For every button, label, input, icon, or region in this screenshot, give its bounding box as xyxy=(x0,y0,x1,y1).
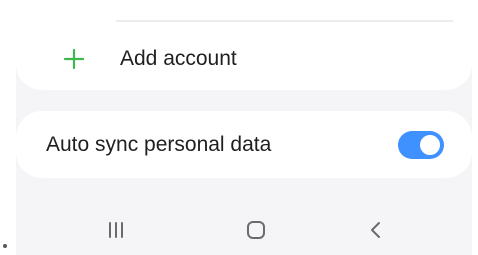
accounts-card: Add account xyxy=(16,0,472,90)
list-divider xyxy=(116,20,453,22)
add-account-label: Add account xyxy=(120,47,237,70)
recents-icon[interactable] xyxy=(96,215,136,245)
toggle-knob xyxy=(418,133,442,157)
auto-sync-label: Auto sync personal data xyxy=(46,133,272,156)
navigation-bar xyxy=(16,205,472,255)
plus-icon xyxy=(63,48,85,70)
edge-indicator-dot xyxy=(3,244,7,248)
home-icon[interactable] xyxy=(236,215,276,245)
auto-sync-card[interactable]: Auto sync personal data xyxy=(16,111,472,178)
back-icon[interactable] xyxy=(356,215,396,245)
add-account-row[interactable]: Add account xyxy=(16,36,472,82)
auto-sync-toggle[interactable] xyxy=(398,131,444,159)
settings-screen: Add account Auto sync personal data xyxy=(16,0,472,255)
